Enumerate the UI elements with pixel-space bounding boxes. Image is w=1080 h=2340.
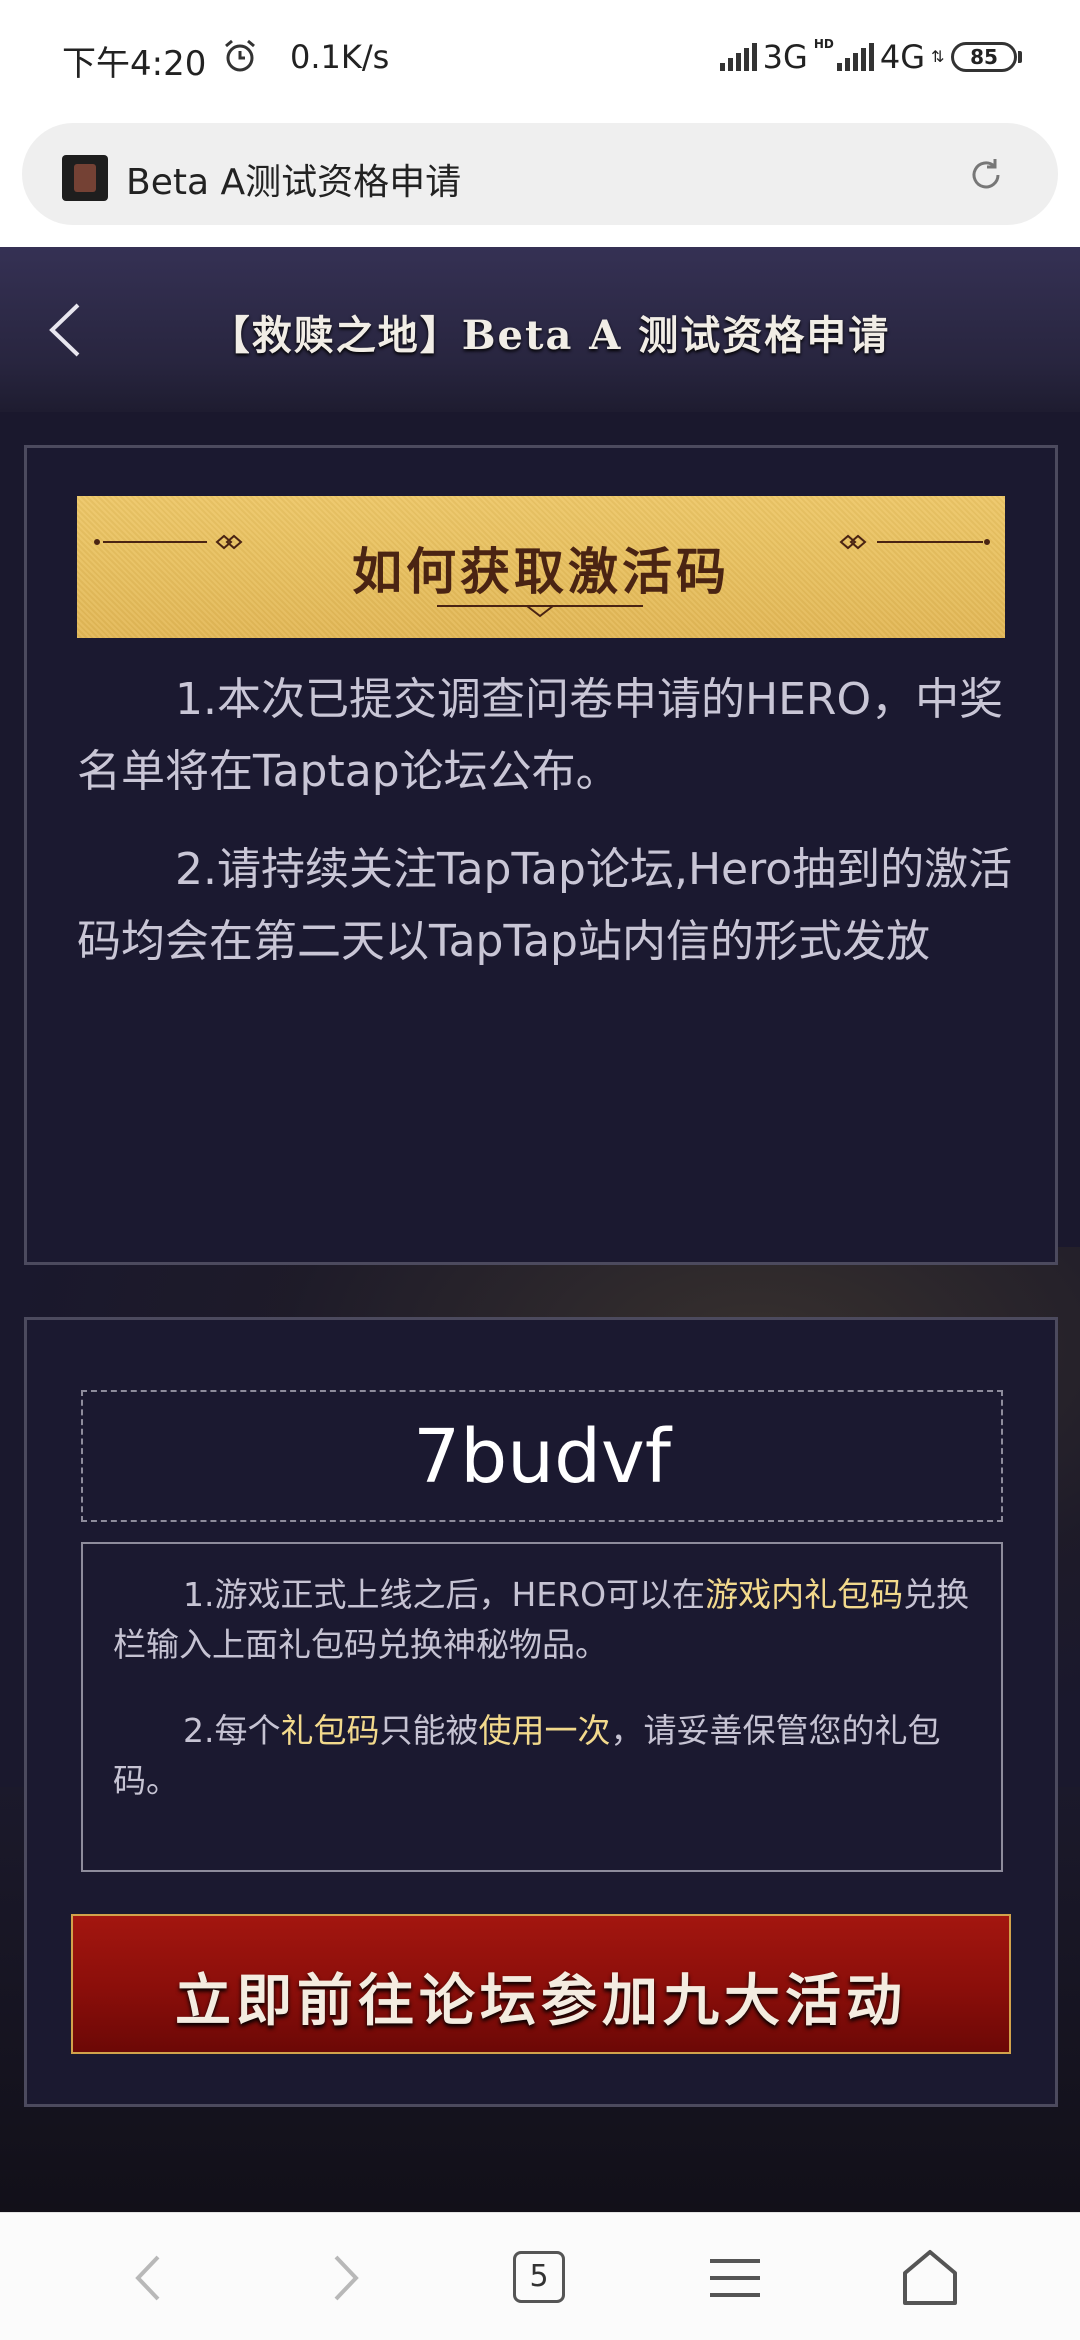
status-indicators: 3G HD 4G ⇅ 85 — [719, 37, 1022, 76]
activation-info-panel: 如何获取激活码 1.本次已提交调查问卷申请的HERO，中奖名单将在Taptap论… — [24, 445, 1058, 1265]
tab-count: 5 — [513, 2251, 565, 2303]
forward-arrow-icon[interactable] — [310, 2243, 380, 2313]
header-title: 【救赎之地】Beta A 测试资格申请 — [209, 312, 891, 359]
home-icon[interactable] — [895, 2243, 965, 2313]
battery-icon: 85 — [951, 42, 1022, 72]
network-type-2: 4G — [879, 38, 925, 76]
code-notes-box: 1.游戏正式上线之后，HERO可以在游戏内礼包码兑换栏输入上面礼包码兑换神秘物品… — [81, 1542, 1003, 1872]
address-bar[interactable]: Beta A测试资格申请 — [22, 123, 1058, 225]
browser-toolbar: Beta A测试资格申请 — [0, 115, 1080, 247]
data-arrows-icon: ⇅ — [931, 47, 945, 66]
activation-code-box[interactable]: 7budvf — [81, 1390, 1003, 1522]
code-note-2: 2.每个礼包码只能被使用一次，请妥善保管您的礼包码。 — [113, 1706, 983, 1806]
gift-code-panel: 7budvf 1.游戏正式上线之后，HERO可以在游戏内礼包码兑换栏输入上面礼包… — [24, 1317, 1058, 2107]
note-highlight: 游戏内礼包码 — [705, 1575, 904, 1614]
activation-code[interactable]: 7budvf — [83, 1414, 1001, 1500]
go-to-forum-label: 立即前往论坛参加九大活动 — [175, 1968, 907, 2034]
tabs-button[interactable]: 5 — [505, 2243, 575, 2313]
web-page: 【救赎之地】Beta A 测试资格申请 如何获取激活码 1.本次已提交调查问卷申… — [0, 247, 1080, 2212]
refresh-icon[interactable] — [966, 155, 1006, 195]
site-favicon — [62, 155, 108, 201]
alarm-clock-icon — [225, 39, 255, 72]
code-note-1: 1.游戏正式上线之后，HERO可以在游戏内礼包码兑换栏输入上面礼包码兑换神秘物品… — [113, 1570, 983, 1670]
network-type-1: 3G — [762, 38, 808, 76]
status-bar: 下午4:20 0.1K/s 3G HD 4G ⇅ 85 — [0, 0, 1080, 115]
section-banner: 如何获取激活码 — [77, 496, 1005, 638]
info-paragraph-1: 1.本次已提交调查问卷申请的HERO，中奖名单将在Taptap论坛公布。 — [77, 674, 1004, 797]
hd-badge: HD — [813, 37, 834, 51]
note-text: 2.每个 — [183, 1711, 281, 1750]
battery-level: 85 — [951, 42, 1017, 72]
note-text: 只能被 — [379, 1711, 479, 1750]
note-text: 1.游戏正式上线之后，HERO可以在 — [183, 1575, 706, 1614]
browser-bottom-nav: 5 — [0, 2212, 1080, 2340]
page-title: Beta A测试资格申请 — [126, 162, 462, 203]
info-paragraph-2: 2.请持续关注TapTap论坛,Hero抽到的激活码均会在第二天以TapTap站… — [77, 844, 1013, 967]
status-time: 下午4:20 — [62, 44, 207, 84]
note-highlight: 礼包码 — [280, 1711, 380, 1750]
back-arrow-icon[interactable] — [114, 2243, 184, 2313]
go-to-forum-button[interactable]: 立即前往论坛参加九大活动 — [71, 1914, 1011, 2054]
page-header: 【救赎之地】Beta A 测试资格申请 — [0, 247, 1080, 412]
network-speed: 0.1K/s — [290, 38, 390, 76]
note-highlight: 使用一次 — [478, 1711, 611, 1750]
signal-icon-2 — [836, 43, 874, 71]
signal-icon — [719, 43, 757, 71]
menu-icon[interactable] — [700, 2243, 770, 2313]
banner-title: 如何获取激活码 — [352, 542, 730, 601]
